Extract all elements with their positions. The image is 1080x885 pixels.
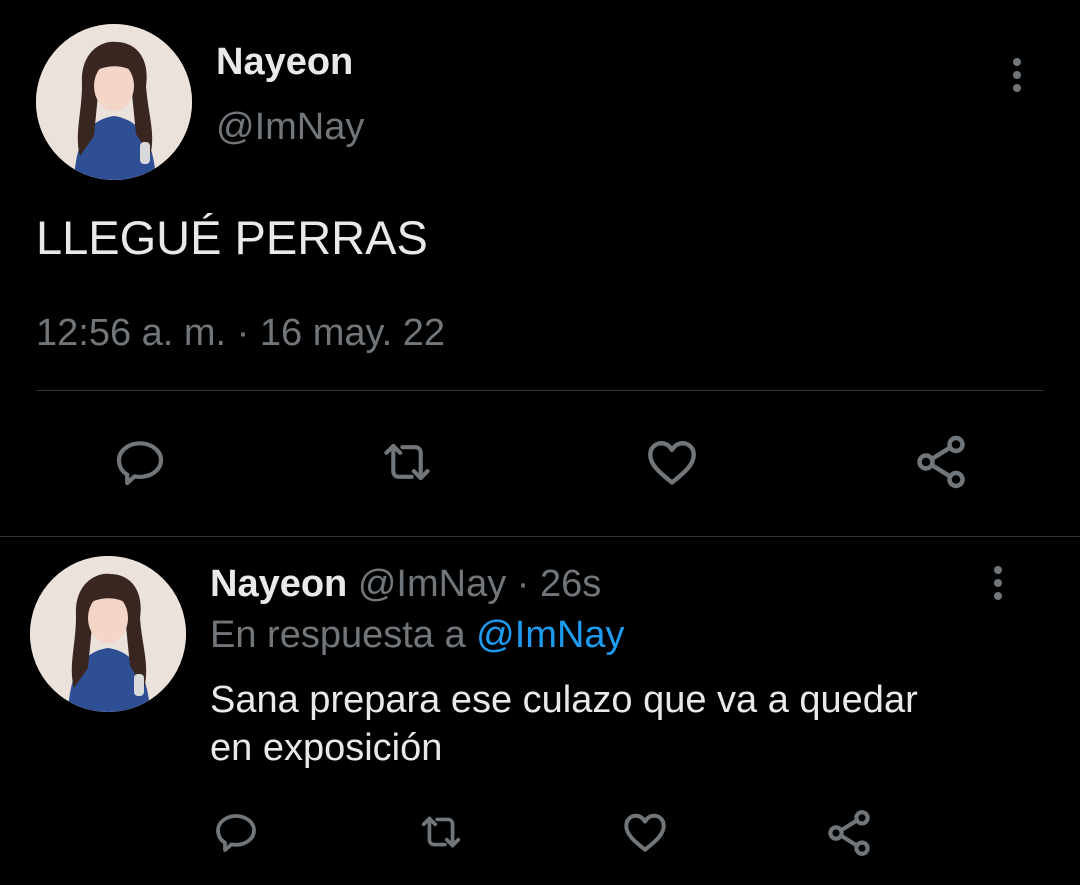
main-tweet-divider [36, 390, 1044, 391]
replying-to-label: En respuesta a [210, 614, 466, 656]
retweet-icon [384, 443, 430, 481]
main-share-button[interactable] [906, 430, 976, 494]
main-tweet-text: LLEGUÉ PERRAS [36, 211, 428, 264]
avatar-image [36, 24, 192, 180]
share-icon [828, 810, 870, 856]
reply-tweet-header: Nayeon @ImNay · 26s [210, 562, 601, 606]
like-icon [648, 440, 696, 485]
reply-like-button[interactable] [619, 806, 671, 858]
retweet-icon [421, 816, 461, 848]
main-tweet-more-icon[interactable] [1011, 58, 1023, 92]
reply-tweet-text-line: en exposición [210, 727, 443, 769]
reply-context: En respuesta a @ImNay [210, 612, 625, 658]
main-retweet-button[interactable] [372, 430, 442, 494]
reply-tweet-age[interactable]: 26s [540, 563, 601, 605]
main-like-button[interactable] [640, 430, 704, 494]
reply-retweet-button[interactable] [412, 806, 470, 858]
share-icon [917, 435, 965, 489]
main-reply-button[interactable] [108, 430, 172, 494]
reply-tweet-handle[interactable]: @ImNay [358, 563, 506, 605]
reply-icon [216, 814, 256, 852]
reply-icon [116, 441, 164, 486]
reply-tweet-display-name[interactable]: Nayeon [210, 563, 347, 605]
reply-tweet-text-line: Sana prepara ese culazo que va a quedar [210, 679, 918, 721]
main-tweet-display-name[interactable]: Nayeon [216, 40, 353, 84]
reply-tweet-text: Sana prepara ese culazo que va a quedar … [210, 676, 918, 772]
replying-to-link[interactable]: @ImNay [476, 614, 624, 656]
main-tweet-timestamp[interactable]: 12:56 a. m. · 16 may. 22 [36, 310, 445, 356]
tweet-separator [0, 536, 1080, 537]
reply-reply-button[interactable] [210, 806, 262, 858]
avatar-image [30, 556, 186, 712]
like-icon [624, 813, 666, 852]
reply-share-button[interactable] [822, 806, 876, 860]
reply-tweet-separator: · [516, 563, 530, 605]
reply-tweet-avatar[interactable] [30, 556, 186, 712]
reply-tweet-more-icon[interactable] [992, 566, 1004, 600]
main-tweet-handle[interactable]: @ImNay [216, 104, 364, 150]
main-tweet-avatar[interactable] [36, 24, 192, 180]
